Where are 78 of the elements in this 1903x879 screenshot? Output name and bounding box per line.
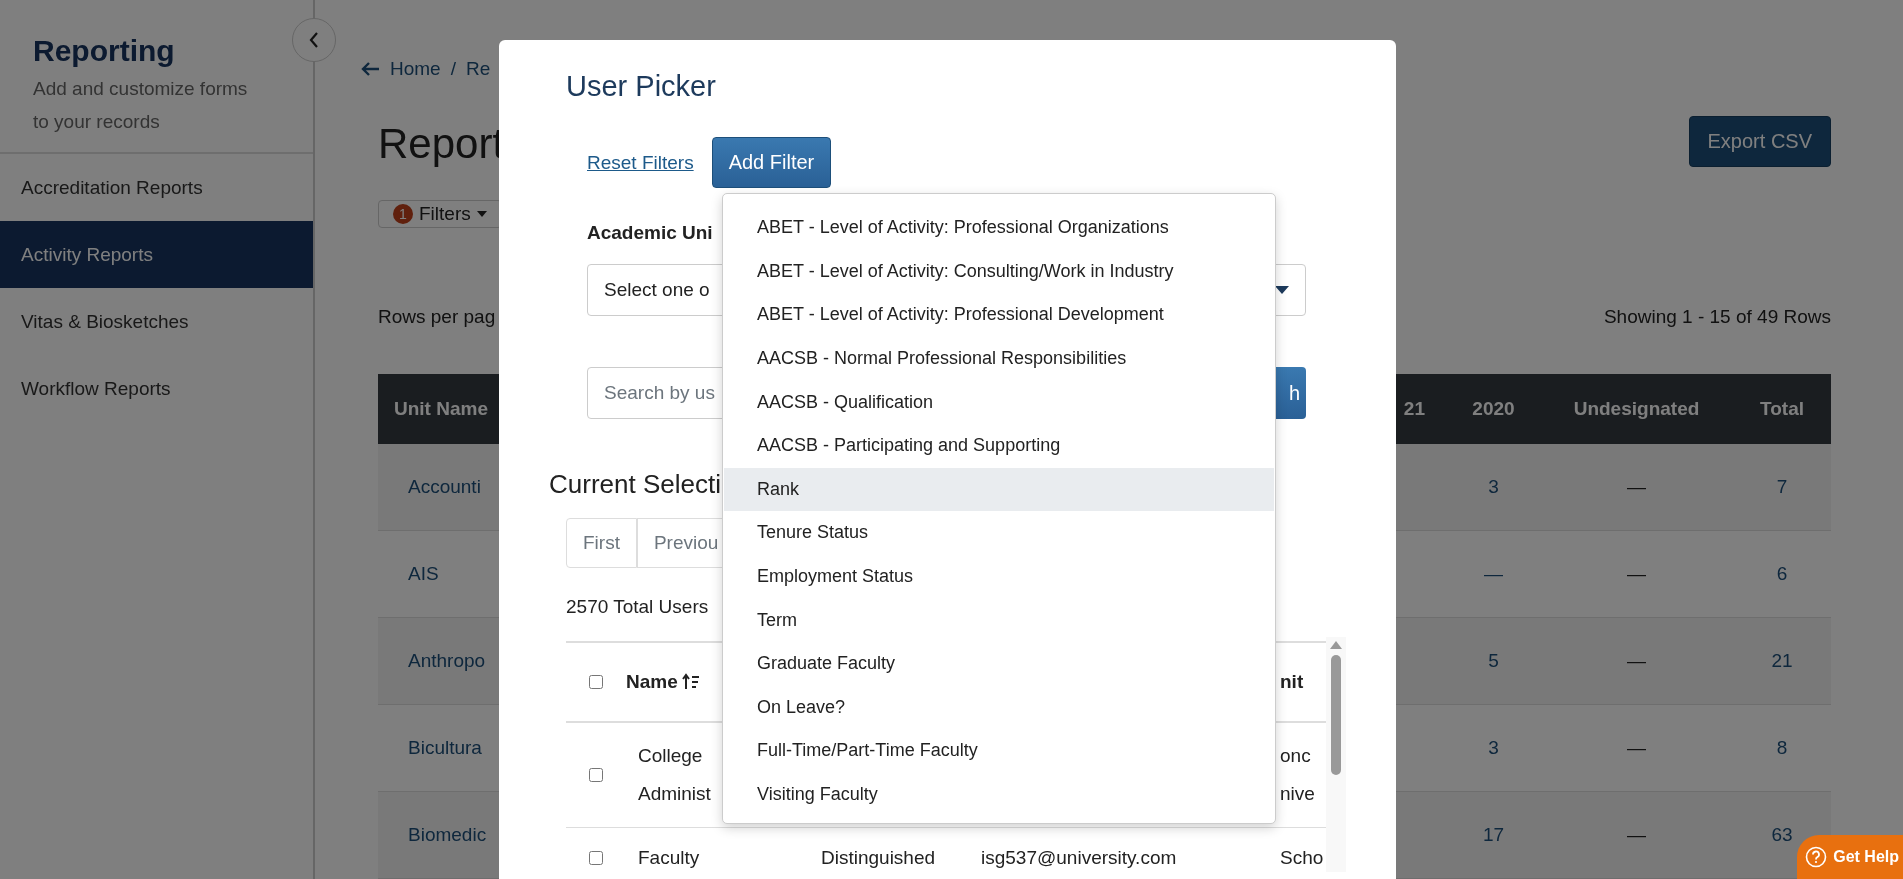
pagination-button[interactable]: First	[566, 518, 637, 568]
table-cell: —	[1627, 824, 1646, 846]
sidebar-item[interactable]: Vitas & Biosketches	[0, 288, 313, 355]
row-checkbox[interactable]	[589, 850, 603, 865]
table-link[interactable]: 17	[1482, 824, 1505, 846]
total-users-text: 2570 Total Users	[566, 596, 709, 618]
table-cell-text: Faculty	[638, 845, 700, 870]
sort-icon[interactable]	[681, 673, 700, 691]
dropdown-item[interactable]: Rank	[724, 467, 1274, 512]
table-cell: —	[1627, 476, 1646, 498]
sidebar-item[interactable]: Workflow Reports	[0, 355, 313, 422]
table-cell-text: Distinguished	[821, 845, 936, 870]
current-selection-title: Current Selecti	[549, 469, 721, 500]
dropdown-item[interactable]: ABET - Level of Activity: Professional Organizations	[724, 206, 1274, 250]
dropdown-item[interactable]: Term	[724, 598, 1274, 642]
select-all-checkbox[interactable]	[589, 675, 603, 689]
table-link[interactable]: 3	[1488, 476, 1499, 498]
column-header: Unit Name	[394, 398, 488, 420]
page-title: Report	[378, 120, 505, 168]
table-cell-text: onc nive	[1280, 744, 1316, 806]
caret-down-icon	[476, 211, 487, 217]
dropdown-item[interactable]: Visiting Faculty	[724, 772, 1274, 817]
column-header[interactable]: nit	[1280, 671, 1304, 693]
table-link[interactable]: 6	[1776, 563, 1788, 585]
caret-down-icon	[1275, 286, 1289, 294]
scrollbar[interactable]	[1326, 637, 1346, 872]
table-link[interactable]: 21	[1771, 650, 1793, 672]
dialog-title: User Picker	[566, 70, 716, 103]
breadcrumb-link[interactable]: Home	[390, 58, 441, 80]
dropdown-item[interactable]: Graduate Faculty	[724, 641, 1274, 686]
table-cell-text: isg537@university.com	[981, 845, 1177, 870]
scroll-up-icon[interactable]	[1330, 641, 1342, 649]
dropdown-item[interactable]: On Leave?	[724, 685, 1274, 730]
table-link[interactable]: 7	[1776, 476, 1788, 498]
rows-per-page-label: Rows per pag	[378, 306, 496, 328]
table-link[interactable]: —	[1484, 563, 1503, 585]
dropdown-item[interactable]: AACSB - Participating and Supporting	[724, 423, 1274, 468]
academic-unit-label: Academic Uni	[587, 222, 713, 244]
table-link[interactable]: Accounti	[408, 476, 481, 498]
reset-filters-link[interactable]: Reset Filters	[587, 151, 694, 174]
column-header: Total	[1760, 398, 1804, 420]
get-help-button[interactable]: Get Help	[1797, 835, 1903, 879]
table-link[interactable]: 63	[1771, 824, 1793, 846]
table-link[interactable]: 5	[1488, 650, 1499, 672]
sidebar-subtitle: Add and customize forms to your records	[33, 77, 249, 134]
dropdown-item[interactable]: ABET - Level of Activity: Consulting/Work in Industry	[724, 249, 1274, 294]
help-icon	[1805, 846, 1828, 868]
export-csv-button[interactable]: Export CSV	[1688, 116, 1831, 167]
table-cell-text: Scho	[1280, 845, 1325, 870]
table-cell: —	[1627, 563, 1646, 585]
dropdown-item[interactable]: Full-Time/Part-Time Faculty	[724, 729, 1274, 773]
breadcrumb-link[interactable]: Re	[465, 58, 491, 80]
column-header: 21	[1403, 398, 1425, 420]
back-arrow-icon[interactable]	[360, 61, 380, 77]
table-cell: —	[1627, 650, 1646, 672]
showing-rows-text: Showing 1 - 15 of 49 Rows	[1603, 306, 1831, 328]
table-link[interactable]: AIS	[408, 563, 439, 585]
column-header: Undesignated	[1573, 398, 1700, 420]
table-link[interactable]: Biomedic	[408, 824, 487, 846]
filters-button[interactable]: 1 Filters	[378, 200, 502, 228]
column-header[interactable]: Name	[626, 671, 678, 693]
sidebar-item[interactable]: Activity Reports	[0, 221, 313, 288]
table-link[interactable]: 3	[1488, 737, 1499, 759]
sidebar-title: Reporting	[33, 34, 176, 68]
table-link[interactable]: Anthropo	[408, 650, 486, 672]
table-cell-text: College Administ	[638, 744, 712, 806]
sidebar-item[interactable]: Accreditation Reports	[0, 154, 313, 221]
breadcrumb-separator: /	[450, 58, 456, 80]
dropdown-item[interactable]: AACSB - Normal Professional Responsibilities	[724, 336, 1274, 381]
table-link[interactable]: Bicultura	[408, 737, 482, 759]
dropdown-item[interactable]: ABET - Level of Activity: Professional Development	[724, 293, 1274, 337]
table-link[interactable]: 8	[1776, 737, 1788, 759]
row-checkbox[interactable]	[589, 768, 603, 782]
table-cell: —	[1627, 737, 1646, 759]
dropdown-item[interactable]: AACSB - Qualification	[724, 380, 1274, 424]
column-header: 2020	[1472, 398, 1515, 420]
add-filter-button[interactable]: Add Filter	[711, 137, 832, 188]
chevron-left-icon	[308, 31, 320, 49]
